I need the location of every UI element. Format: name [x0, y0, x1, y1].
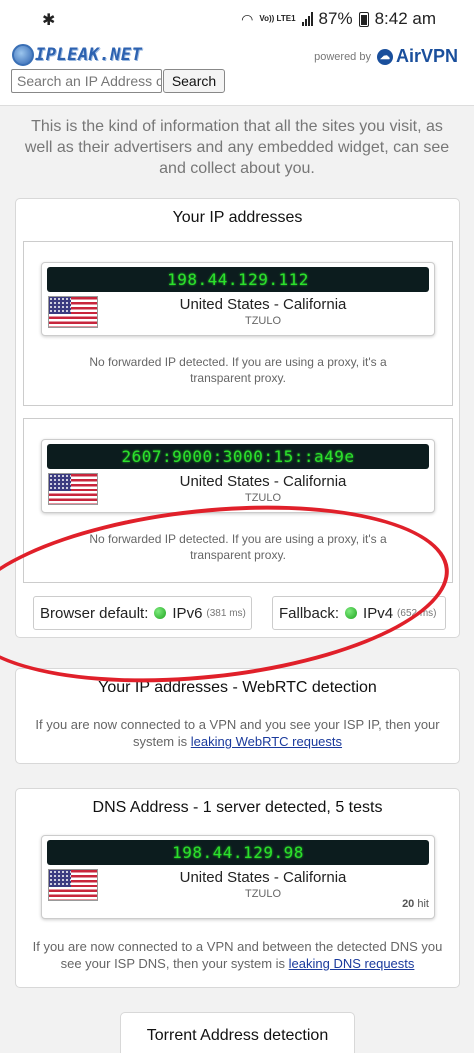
dns-ip-address[interactable]: 198.44.129.98: [47, 840, 429, 865]
isp: TZULO: [244, 492, 282, 504]
ipv4-section: 198.44.129.112 United States - Californi…: [23, 241, 453, 406]
notification-icon: ✱: [42, 12, 56, 29]
logo-text: IPLEAK.NET: [35, 45, 143, 65]
hit-label: hit: [417, 898, 429, 910]
ipv6-section: 2607:9000:3000:15::a49e United States - …: [23, 418, 453, 583]
status-bar: ✱ ◠ Vo)) LTE1 87% 8:42 am: [0, 0, 474, 40]
intro-text: This is the kind of information that all…: [24, 118, 450, 177]
battery-percent: 87%: [318, 9, 353, 28]
card-title: Torrent Address detection: [146, 1027, 329, 1044]
forwarded-ip-note: No forwarded IP detected. If you are usi…: [89, 355, 387, 385]
airvpn-logo[interactable]: ☁ AirVPN: [376, 46, 458, 67]
powered-by-label: powered by: [314, 50, 371, 63]
status-icons: ◠ Vo)) LTE1 87% 8:42 am: [241, 9, 436, 29]
globe-icon: [12, 44, 34, 66]
browser-default-value: IPv6: [172, 604, 203, 622]
site-header: IPLEAK.NET powered by ☁ AirVPN Search an…: [0, 40, 474, 106]
fallback-ms: (652 ms): [397, 607, 437, 619]
card-title: Your IP addresses - WebRTC detection: [98, 679, 377, 696]
location: United States - California: [179, 296, 347, 313]
us-flag-icon: [48, 473, 98, 505]
search-button[interactable]: Search: [163, 69, 225, 93]
ip-addresses-card: Your IP addresses 198.44.129.112 United …: [15, 198, 460, 638]
dns-leak-link[interactable]: leaking DNS requests: [289, 956, 415, 971]
signal-icon: [301, 12, 313, 26]
hit-count: 20 hit: [402, 898, 429, 910]
forwarded-ip-note: No forwarded IP detected. If you are usi…: [89, 532, 387, 562]
clock: 8:42 am: [374, 9, 436, 28]
ip-address[interactable]: 198.44.129.112: [47, 267, 429, 292]
location: United States - California: [179, 869, 347, 886]
browser-default-label: Browser default:: [40, 604, 149, 622]
status-dot-icon: [345, 607, 358, 619]
fallback-pill: Fallback: IPv4 (652 ms): [272, 596, 446, 630]
status-dot-icon: [154, 607, 167, 619]
ip-address[interactable]: 2607:9000:3000:15::a49e: [47, 444, 429, 469]
cloud-icon: ☁: [376, 48, 393, 65]
dns-warning: If you are now connected to a VPN and be…: [24, 938, 451, 972]
airvpn-label: AirVPN: [395, 46, 458, 66]
webrtc-warning: If you are now connected to a VPN and yo…: [26, 716, 449, 750]
webrtc-leak-link[interactable]: leaking WebRTC requests: [191, 734, 342, 749]
browser-default-pill: Browser default: IPv6 (381 ms): [33, 596, 252, 630]
us-flag-icon: [48, 869, 98, 901]
battery-icon: [358, 11, 369, 27]
webrtc-card: Your IP addresses - WebRTC detection If …: [15, 668, 460, 764]
ip-box: 198.44.129.112 United States - Californi…: [41, 262, 435, 336]
dns-ip-box: 198.44.129.98 United States - California…: [41, 835, 435, 919]
card-title: DNS Address - 1 server detected, 5 tests: [92, 799, 383, 816]
ipleak-logo[interactable]: IPLEAK.NET: [12, 44, 142, 66]
ip-box: 2607:9000:3000:15::a49e United States - …: [41, 439, 435, 513]
browser-default-ms: (381 ms): [206, 607, 246, 619]
dns-card: DNS Address - 1 server detected, 5 tests…: [15, 788, 460, 988]
volte-icon: Vo)) LTE1: [259, 14, 296, 23]
us-flag-icon: [48, 296, 98, 328]
search-input[interactable]: Search an IP Address o: [11, 69, 162, 93]
torrent-card: Torrent Address detection: [120, 1012, 355, 1053]
fallback-value: IPv4: [363, 604, 394, 622]
hit-number: 20: [402, 898, 415, 910]
powered-by: powered by ☁ AirVPN: [314, 46, 458, 67]
wifi-icon: ◠: [241, 10, 254, 27]
isp: TZULO: [244, 315, 282, 327]
isp: TZULO: [244, 888, 282, 900]
main-content: This is the kind of information that all…: [0, 106, 474, 1053]
location: United States - California: [179, 473, 347, 490]
card-title: Your IP addresses: [172, 209, 303, 226]
fallback-label: Fallback:: [279, 604, 340, 622]
